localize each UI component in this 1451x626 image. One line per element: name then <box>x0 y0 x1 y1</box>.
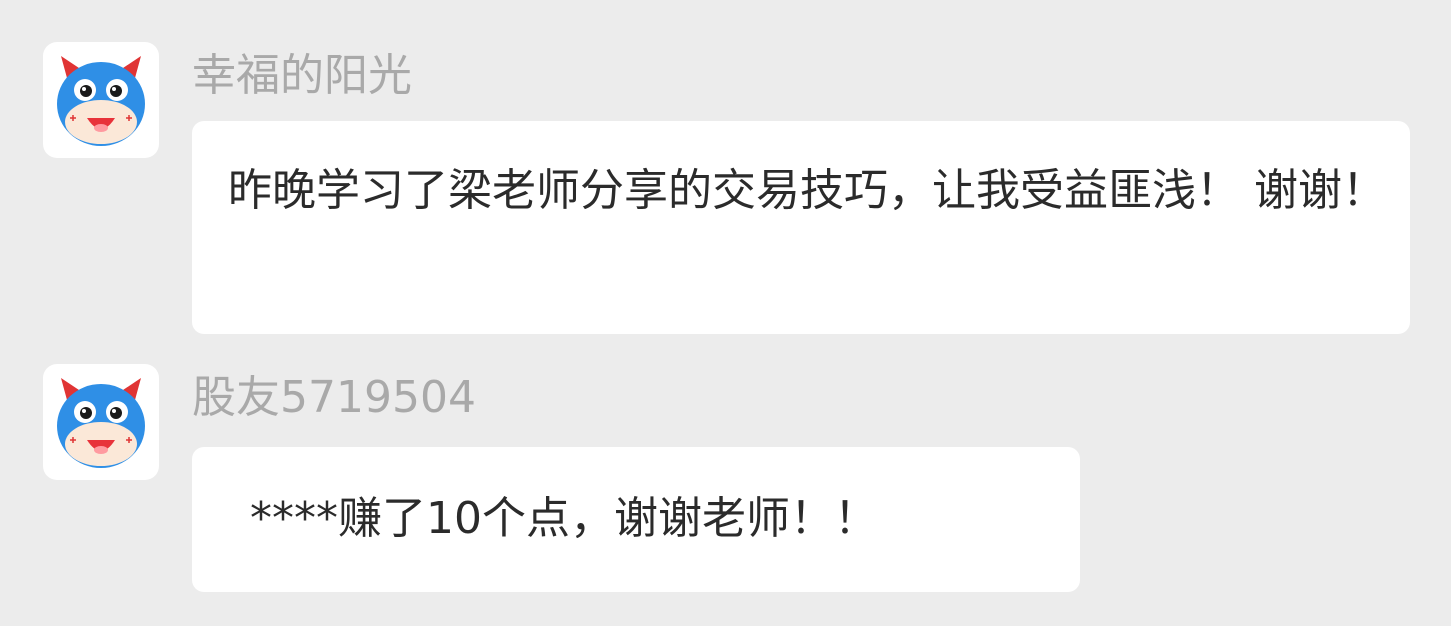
chat-message: 股友5719504 ****赚了10个点，谢谢老师！！ <box>0 340 1451 626</box>
cartoon-bull-icon <box>57 378 145 468</box>
username[interactable]: 幸福的阳光 <box>192 48 412 104</box>
user-avatar[interactable] <box>43 364 159 480</box>
message-bubble: ****赚了10个点，谢谢老师！！ <box>192 447 1080 592</box>
chat-message: 幸福的阳光 昨晚学习了梁老师分享的交易技巧，让我受益匪浅！ 谢谢！ <box>0 0 1451 340</box>
message-text: 昨晚学习了梁老师分享的交易技巧，让我受益匪浅！ 谢谢！ <box>228 165 1386 216</box>
user-avatar[interactable] <box>43 42 159 158</box>
message-bubble: 昨晚学习了梁老师分享的交易技巧，让我受益匪浅！ 谢谢！ <box>192 121 1410 334</box>
username[interactable]: 股友5719504 <box>192 370 476 426</box>
message-text: ****赚了10个点，谢谢老师！！ <box>250 493 878 544</box>
cartoon-bull-icon <box>57 56 145 146</box>
